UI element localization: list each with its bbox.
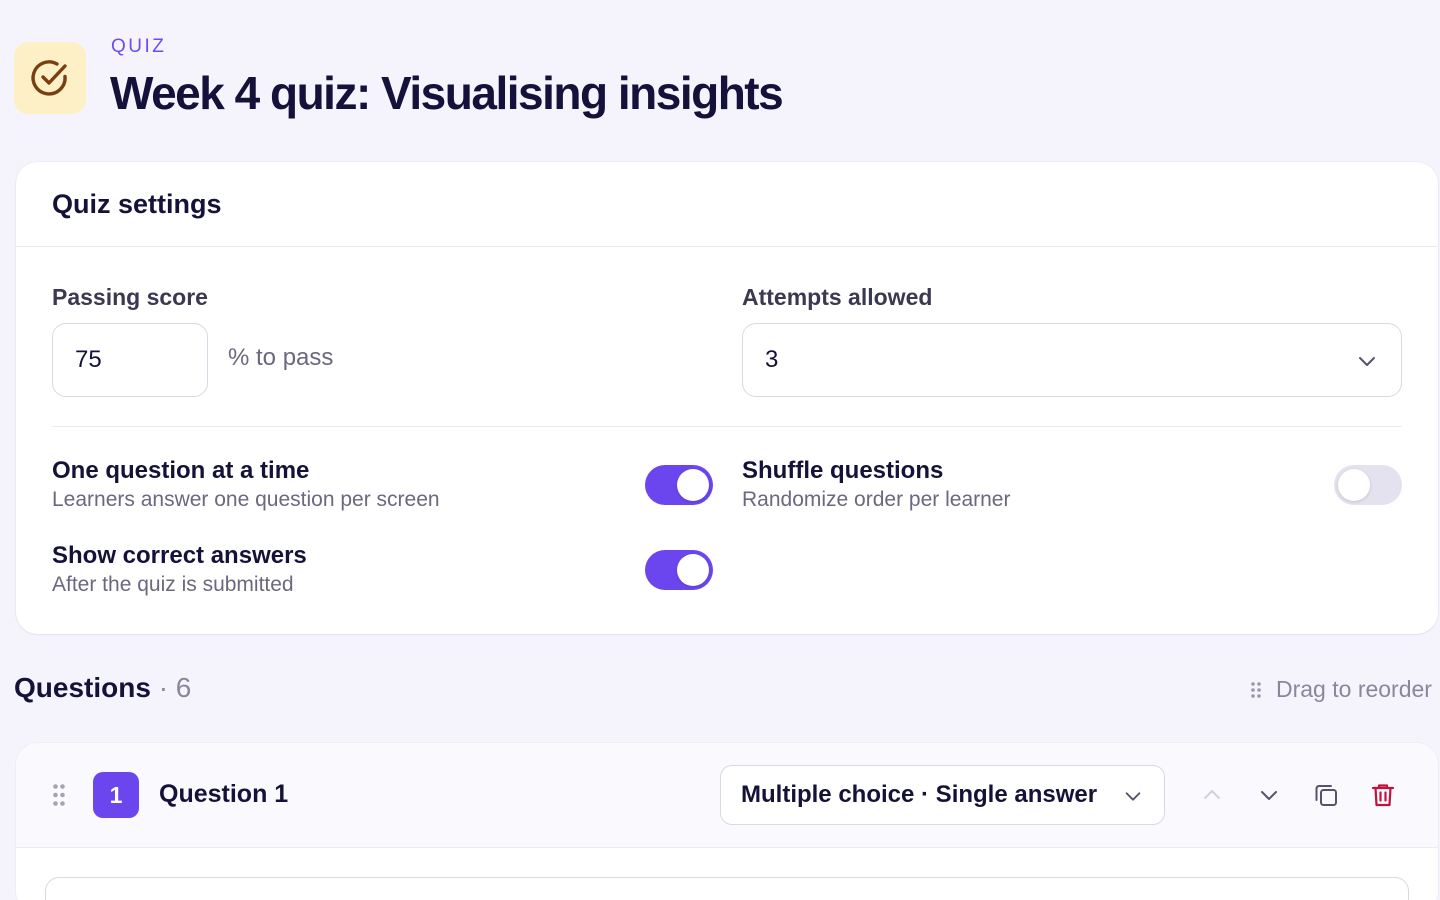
chevron-down-icon [1261, 791, 1277, 800]
drag-handle-icon [1251, 681, 1261, 698]
option-description-one-question: Learners answer one question per screen [52, 488, 440, 511]
chevron-up-icon [1204, 790, 1220, 799]
question-header: 1 Question 1 Multiple choice · Single an… [16, 743, 1438, 848]
question-type-select[interactable]: Multiple choice · Single answer [720, 765, 1165, 825]
duplicate-question-button[interactable] [1308, 777, 1344, 813]
toggle-knob [1338, 469, 1370, 501]
attempts-allowed-label: Attempts allowed [742, 284, 933, 310]
question-type-value: Multiple choice · Single answer [741, 781, 1098, 808]
question-title: Question 1 [159, 780, 289, 808]
chevron-down-icon [1125, 792, 1141, 801]
check-circle-icon [14, 42, 86, 114]
toggle-one-question-at-a-time[interactable] [645, 465, 713, 505]
page-eyebrow: QUIZ [111, 36, 167, 57]
question-card: 1 Question 1 Multiple choice · Single an… [16, 743, 1438, 900]
questions-heading-label: Questions [14, 672, 151, 703]
page-title: Week 4 quiz: Visualising insights [110, 67, 784, 119]
option-description-show-answers: After the quiz is submitted [52, 573, 294, 596]
settings-divider [52, 426, 1402, 427]
drag-to-reorder-hint: Drag to reorder [1250, 676, 1432, 703]
option-description-shuffle: Randomize order per learner [742, 488, 1011, 511]
toggle-show-correct-answers[interactable] [645, 550, 713, 590]
toggle-knob [677, 554, 709, 586]
drag-handle-icon[interactable] [52, 783, 66, 807]
chevron-down-icon [1359, 357, 1375, 366]
drag-to-reorder-label: Drag to reorder [1276, 676, 1432, 702]
questions-heading: Questions · 6 [14, 672, 191, 704]
attempts-allowed-select[interactable]: 3 [742, 323, 1402, 397]
move-down-button[interactable] [1251, 777, 1287, 813]
question-text-field[interactable] [45, 877, 1409, 900]
passing-score-suffix: % to pass [228, 344, 334, 371]
delete-question-button[interactable] [1365, 777, 1401, 813]
quiz-settings-title: Quiz settings [52, 188, 222, 219]
passing-score-input[interactable] [52, 323, 208, 397]
option-title-shuffle: Shuffle questions [742, 457, 944, 484]
toggle-shuffle-questions[interactable] [1334, 465, 1402, 505]
quiz-settings-header: Quiz settings [16, 162, 1438, 247]
move-up-button[interactable] [1194, 777, 1230, 813]
trash-icon [1371, 784, 1395, 807]
option-title-one-question: One question at a time [52, 457, 310, 484]
question-number-badge: 1 [93, 772, 139, 818]
attempts-allowed-value: 3 [765, 346, 779, 373]
questions-count: · 6 [158, 672, 192, 703]
toggle-knob [677, 469, 709, 501]
passing-score-label: Passing score [52, 284, 208, 310]
copy-icon [1315, 785, 1337, 806]
quiz-editor-page: QUIZ Week 4 quiz: Visualising insights Q… [0, 0, 1440, 900]
option-title-show-answers: Show correct answers [52, 542, 307, 569]
quiz-settings-card: Quiz settings Passing score % to pass At… [16, 162, 1438, 634]
